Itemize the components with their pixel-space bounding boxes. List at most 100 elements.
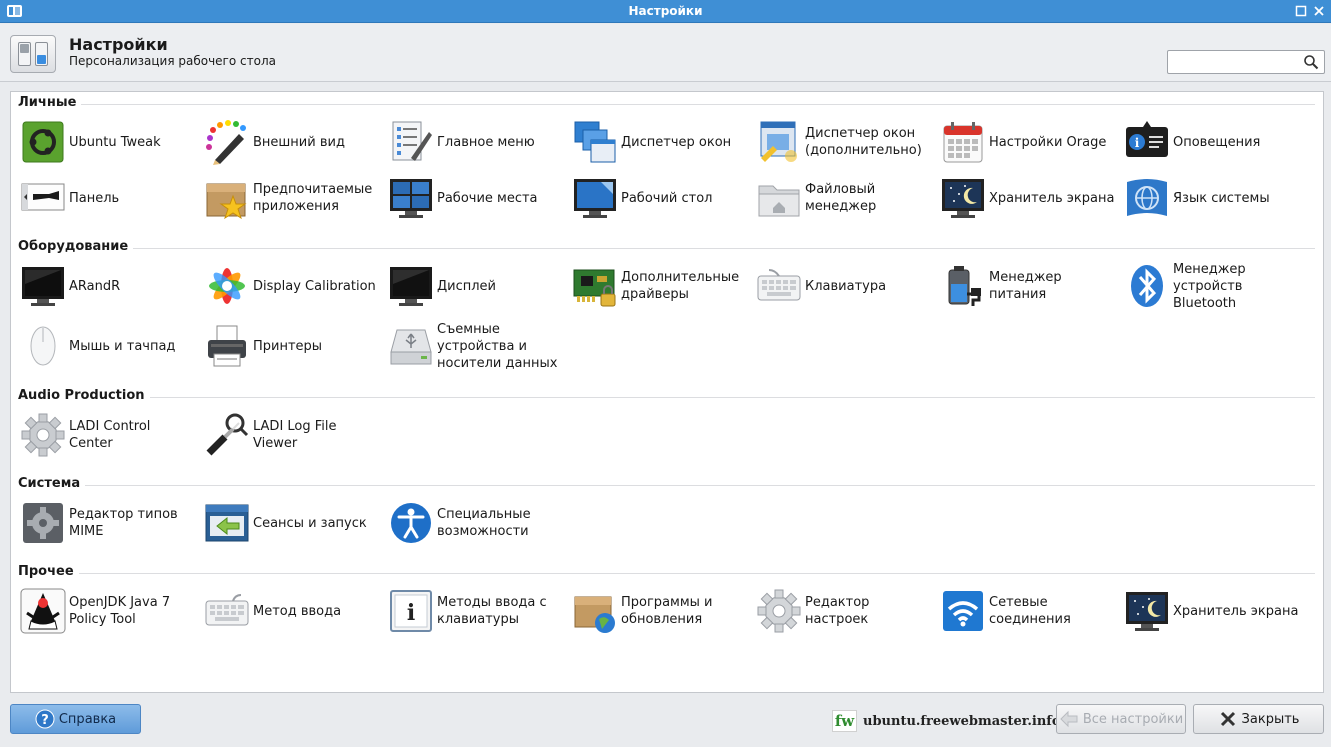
settings-item-label: Хранитель экрана (1173, 603, 1299, 619)
window-manager-icon (571, 118, 619, 166)
settings-item-label: Метод ввода (253, 603, 342, 619)
java-duke-icon (19, 587, 67, 635)
settings-item[interactable]: Дополнительные драйверы (571, 260, 751, 312)
settings-item-label: Редактор типов MIME (69, 507, 178, 539)
screensaver-icon (939, 174, 987, 222)
settings-item-label: Сетевые соединения (989, 595, 1071, 627)
calendar-icon (939, 118, 987, 166)
settings-item-label: Специальные возможности (437, 507, 531, 539)
language-globe-icon (1123, 174, 1171, 222)
settings-item-label: Предпочитаемые приложения (253, 182, 373, 214)
file-manager-icon (755, 174, 803, 222)
settings-item[interactable]: Настройки Orage (939, 116, 1119, 168)
section-title: Личные (18, 95, 77, 110)
window-titlebar: Настройки (0, 0, 1331, 23)
settings-item[interactable]: Предпочитаемые приложения (203, 172, 383, 224)
settings-item[interactable]: Панель (19, 172, 199, 224)
settings-item[interactable]: Рабочие места (387, 172, 567, 224)
all-settings-button[interactable]: Все настройки (1056, 704, 1186, 734)
settings-item[interactable]: Сеансы и запуск (203, 497, 383, 549)
settings-item-label: Менеджер устройств Bluetooth (1173, 261, 1246, 311)
mime-gear-icon (19, 499, 67, 547)
settings-item-label: Съемные устройства и носители данных (437, 321, 558, 371)
settings-item[interactable]: Ubuntu Tweak (19, 116, 199, 168)
settings-item-label: Методы ввода с клавиатуры (437, 595, 547, 627)
section-divider (133, 248, 1315, 249)
settings-item[interactable]: Мышь и тачпад (19, 313, 199, 379)
settings-item[interactable]: Файловый менеджер (755, 172, 935, 224)
settings-item[interactable]: Специальные возможности (387, 497, 567, 549)
settings-item-label: LADI Log File Viewer (253, 419, 337, 451)
settings-item-label: Панель (69, 190, 120, 206)
settings-item[interactable]: Хранитель экрана (1123, 585, 1303, 637)
settings-item[interactable]: Метод ввода (203, 585, 383, 637)
section-title: Прочее (18, 564, 74, 579)
settings-item[interactable]: LADI Control Center (19, 409, 199, 461)
search-input[interactable] (1167, 50, 1325, 74)
settings-item[interactable]: Диспетчер окон (571, 116, 751, 168)
settings-item-label: Ubuntu Tweak (69, 134, 161, 150)
window-manager-tweaks-icon (755, 118, 803, 166)
gear-icon (19, 411, 67, 459)
desktop-icon (571, 174, 619, 222)
settings-item[interactable]: OpenJDK Java 7 Policy Tool (19, 585, 199, 637)
help-button[interactable]: ? Справка (10, 704, 141, 734)
workspaces-icon (387, 174, 435, 222)
settings-item[interactable]: Главное меню (387, 116, 567, 168)
settings-item[interactable]: Внешний вид (203, 116, 383, 168)
settings-item-label: OpenJDK Java 7 Policy Tool (69, 595, 171, 627)
close-icon[interactable] (1313, 5, 1325, 17)
settings-item-label: Рабочий стол (621, 190, 713, 206)
page-title: Настройки (69, 35, 168, 54)
appearance-palette-icon (203, 118, 251, 166)
settings-item[interactable]: Хранитель экрана (939, 172, 1119, 224)
settings-item[interactable]: ARandR (19, 260, 199, 312)
settings-item[interactable]: Съемные устройства и носители данных (387, 313, 567, 379)
section-title: Audio Production (18, 388, 145, 403)
settings-item[interactable]: Рабочий стол (571, 172, 751, 224)
close-button[interactable]: Закрыть (1193, 704, 1324, 734)
preferred-apps-icon (203, 174, 251, 222)
settings-item-label: Диспетчер окон (дополнительно) (805, 126, 922, 158)
settings-item[interactable]: i Оповещения (1123, 116, 1303, 168)
settings-item[interactable]: Клавиатура (755, 260, 935, 312)
mouse-icon (19, 322, 67, 370)
back-arrow-icon (1059, 709, 1079, 729)
input-keyboard-icon (203, 587, 251, 635)
header: Настройки Персонализация рабочего стола (0, 24, 1331, 82)
svg-text:i: i (1135, 136, 1140, 150)
settings-item[interactable]: LADI Log File Viewer (203, 409, 383, 461)
settings-item[interactable]: Менеджер устройств Bluetooth (1123, 260, 1303, 312)
settings-item-label: Мышь и тачпад (69, 338, 176, 354)
settings-item[interactable]: Диспетчер окон (дополнительно) (755, 116, 935, 168)
settings-item[interactable]: Принтеры (203, 313, 383, 379)
maximize-icon[interactable] (1295, 5, 1307, 17)
settings-item[interactable]: Менеджер питания (939, 260, 1119, 312)
settings-panel: Личные Ubuntu Tweak Внешний вид Главное мен… (10, 91, 1324, 693)
settings-item-label: Внешний вид (253, 134, 345, 150)
settings-item[interactable]: Дисплей (387, 260, 567, 312)
session-startup-icon (203, 499, 251, 547)
settings-item[interactable]: i Методы ввода с клавиатуры (387, 585, 567, 637)
drivers-chip-icon (571, 262, 619, 310)
bluetooth-icon (1123, 262, 1171, 310)
settings-item[interactable]: Программы и обновления (571, 585, 751, 637)
close-x-icon (1218, 709, 1238, 729)
watermark: fw ubuntu.freewebmaster.info (832, 710, 1061, 732)
help-icon: ? (35, 709, 55, 729)
settings-item-label: Менеджер питания (989, 270, 1062, 302)
audio-jack-magnifier-icon (203, 411, 251, 459)
settings-item[interactable]: Язык системы (1123, 172, 1303, 224)
settings-item[interactable]: Display Calibration (203, 260, 383, 312)
software-updates-icon (571, 587, 619, 635)
settings-item-label: Display Calibration (253, 278, 376, 294)
close-button-label: Закрыть (1241, 711, 1300, 727)
watermark-logo: fw (832, 710, 857, 732)
settings-item[interactable]: Сетевые соединения (939, 585, 1119, 637)
monitor-icon (19, 262, 67, 310)
settings-item[interactable]: Редактор типов MIME (19, 497, 199, 549)
watermark-text: ubuntu.freewebmaster.info (863, 713, 1061, 729)
settings-item[interactable]: Редактор настроек (755, 585, 935, 637)
settings-item-label: Принтеры (253, 338, 323, 354)
settings-item-label: Хранитель экрана (989, 190, 1115, 206)
